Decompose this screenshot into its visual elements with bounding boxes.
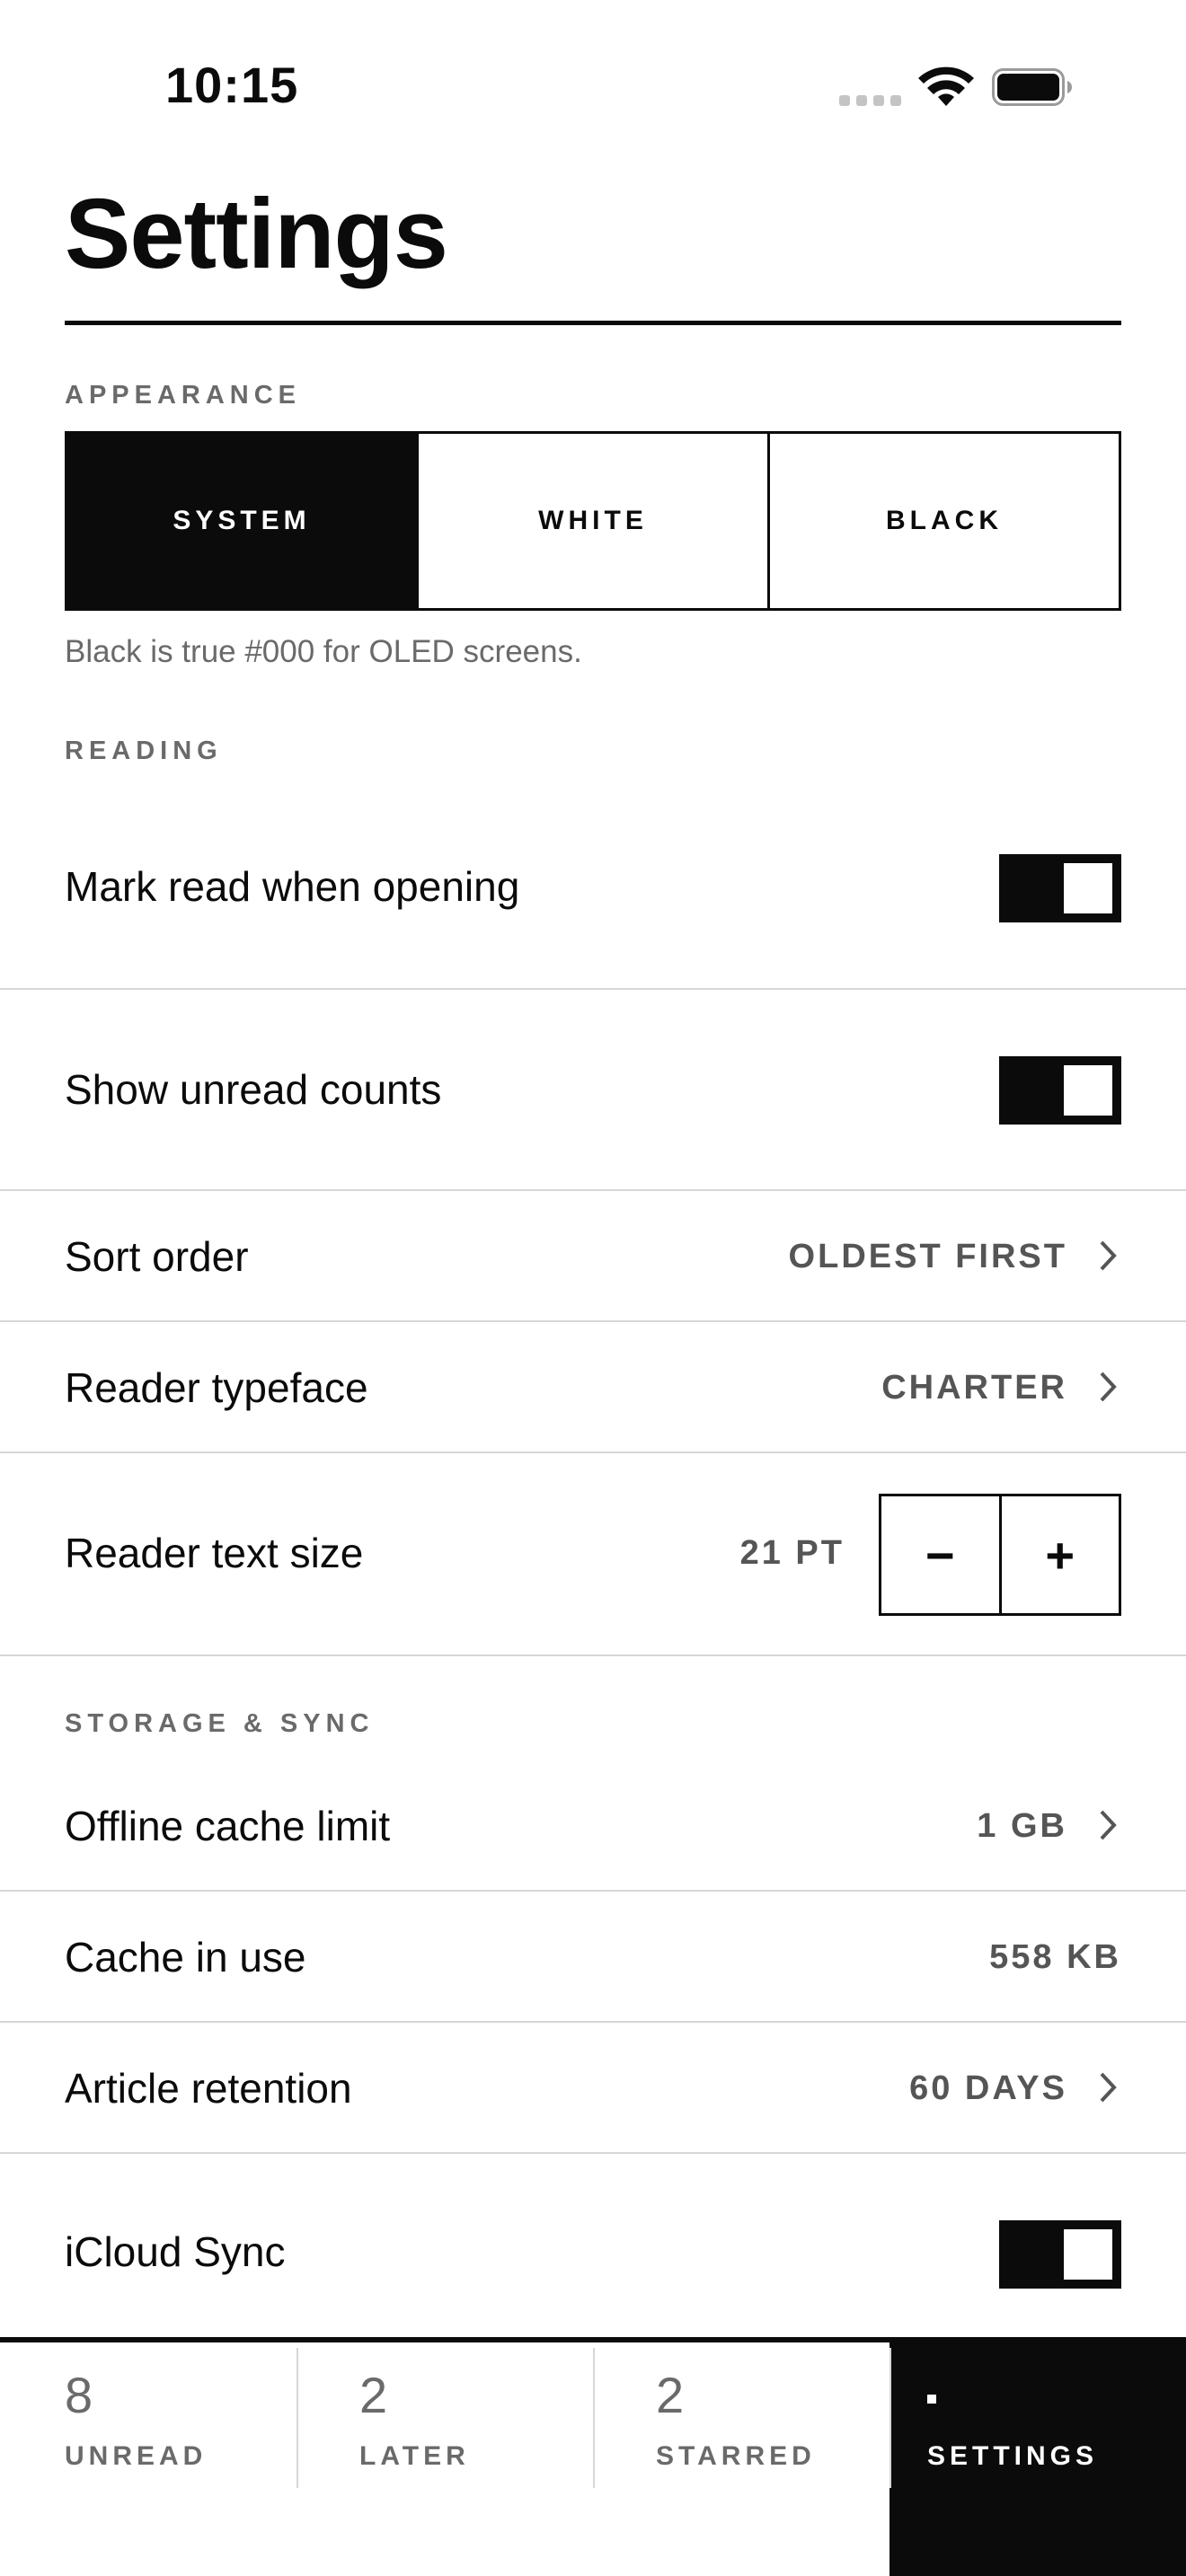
row-reader-text-size: Reader text size 21 PT − + [0, 1453, 1186, 1656]
toggle-knob [1064, 2229, 1112, 2280]
tab-count: 2 [656, 2367, 685, 2423]
toggle-knob [1064, 863, 1112, 913]
active-indicator-icon [927, 2395, 936, 2404]
cache-in-use-value: 558 KB [989, 1938, 1121, 1976]
row-offline-cache-limit[interactable]: Offline cache limit 1 GB [0, 1760, 1186, 1892]
row-mark-read: Mark read when opening [0, 787, 1186, 990]
cache-limit-value: 1 GB [977, 1807, 1067, 1845]
row-sort-order[interactable]: Sort order OLDEST FIRST [0, 1191, 1186, 1322]
tab-label: STARRED [656, 2441, 816, 2471]
chevron-right-icon [1100, 2072, 1117, 2103]
row-unread-counts: Show unread counts [0, 990, 1186, 1191]
section-label-appearance: APPEARANCE [65, 381, 302, 410]
toggle-knob [1064, 1065, 1112, 1116]
row-label: Offline cache limit [65, 1803, 391, 1849]
row-article-retention[interactable]: Article retention 60 DAYS [0, 2023, 1186, 2154]
chevron-right-icon [1100, 1810, 1117, 1840]
tab-starred[interactable]: 2 STARRED [593, 2342, 890, 2576]
icloud-sync-toggle[interactable] [999, 2220, 1121, 2289]
appearance-segmented-control: SYSTEM WHITE BLACK [65, 431, 1121, 611]
appearance-hint: Black is true #000 for OLED screens. [65, 634, 582, 669]
text-size-stepper: − + [879, 1494, 1121, 1616]
appearance-option-black[interactable]: BLACK [767, 434, 1119, 608]
tab-count: 8 [65, 2367, 93, 2423]
cellular-signal-icon [839, 95, 902, 106]
tab-later[interactable]: 2 LATER [296, 2342, 593, 2576]
appearance-option-white[interactable]: WHITE [416, 434, 767, 608]
wifi-icon [918, 66, 974, 106]
tab-label: SETTINGS [927, 2441, 1099, 2471]
status-time: 10:15 [165, 57, 299, 113]
battery-icon [992, 68, 1072, 106]
tab-label: LATER [359, 2441, 470, 2471]
typeface-value: CHARTER [881, 1369, 1067, 1407]
tab-label: UNREAD [65, 2441, 208, 2471]
row-reader-typeface[interactable]: Reader typeface CHARTER [0, 1322, 1186, 1453]
tab-bar: 8 UNREAD 2 LATER 2 STARRED SETTINGS [0, 2337, 1186, 2576]
tab-settings[interactable]: SETTINGS [890, 2342, 1186, 2576]
unread-counts-toggle[interactable] [999, 1056, 1121, 1125]
retention-value: 60 DAYS [909, 2069, 1067, 2107]
row-label: Cache in use [65, 1934, 306, 1981]
row-icloud-sync: iCloud Sync [0, 2154, 1186, 2337]
text-size-value: 21 PT [739, 1534, 845, 1572]
tab-count: 2 [359, 2367, 388, 2423]
row-label: Show unread counts [65, 1066, 442, 1113]
section-label-storage: STORAGE & SYNC [65, 1709, 375, 1738]
row-cache-in-use: Cache in use 558 KB [0, 1892, 1186, 2023]
sort-order-value: OLDEST FIRST [788, 1238, 1067, 1275]
text-size-increment-button[interactable]: + [998, 1496, 1120, 1613]
chevron-right-icon [1100, 1372, 1117, 1402]
text-size-decrement-button[interactable]: − [881, 1496, 999, 1613]
page-title: Settings [65, 179, 448, 289]
appearance-option-system[interactable]: SYSTEM [67, 434, 416, 608]
tab-unread[interactable]: 8 UNREAD [0, 2342, 296, 2576]
row-label: Sort order [65, 1233, 249, 1280]
title-divider [65, 321, 1121, 325]
mark-read-toggle[interactable] [999, 854, 1121, 922]
row-label: Reader typeface [65, 1364, 368, 1411]
row-label: Reader text size [65, 1530, 364, 1576]
section-label-reading: READING [65, 737, 223, 765]
chevron-right-icon [1100, 1240, 1117, 1271]
row-label: iCloud Sync [65, 2228, 286, 2275]
row-label: Mark read when opening [65, 863, 520, 910]
row-label: Article retention [65, 2065, 352, 2112]
